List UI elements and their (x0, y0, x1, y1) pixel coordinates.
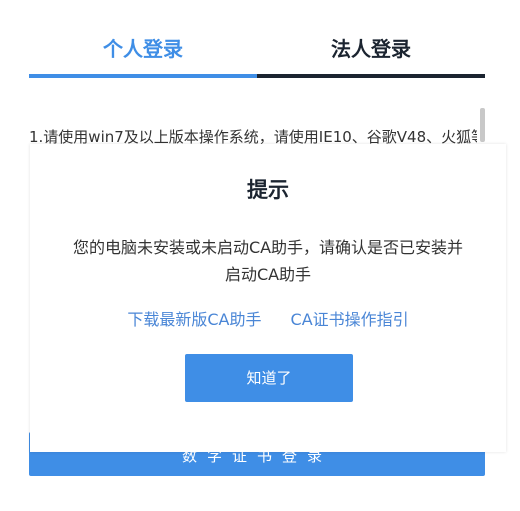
tip-dialog: 提示 您的电脑未安装或未启动CA助手，请确认是否已安装并启动CA助手 下载最新版… (30, 144, 506, 452)
dialog-message: 您的电脑未安装或未启动CA助手，请确认是否已安装并启动CA助手 (72, 238, 464, 284)
tab-corporate-login[interactable]: 法人登录 (257, 22, 485, 78)
ok-button[interactable]: 知道了 (185, 354, 353, 402)
scrollbar-thumb[interactable] (480, 108, 485, 142)
login-page: 个人登录 法人登录 1.请使用win7及以上版本操作系统，请使用IE10、谷歌V… (0, 0, 520, 511)
dialog-links: 下载最新版CA助手 CA证书操作指引 (30, 308, 506, 332)
download-ca-helper-link[interactable]: 下载最新版CA助手 (127, 310, 261, 329)
login-tabs: 个人登录 法人登录 (29, 22, 485, 78)
tab-personal-login[interactable]: 个人登录 (29, 22, 257, 78)
ca-guide-link[interactable]: CA证书操作指引 (291, 310, 409, 329)
dialog-title: 提示 (247, 178, 289, 202)
